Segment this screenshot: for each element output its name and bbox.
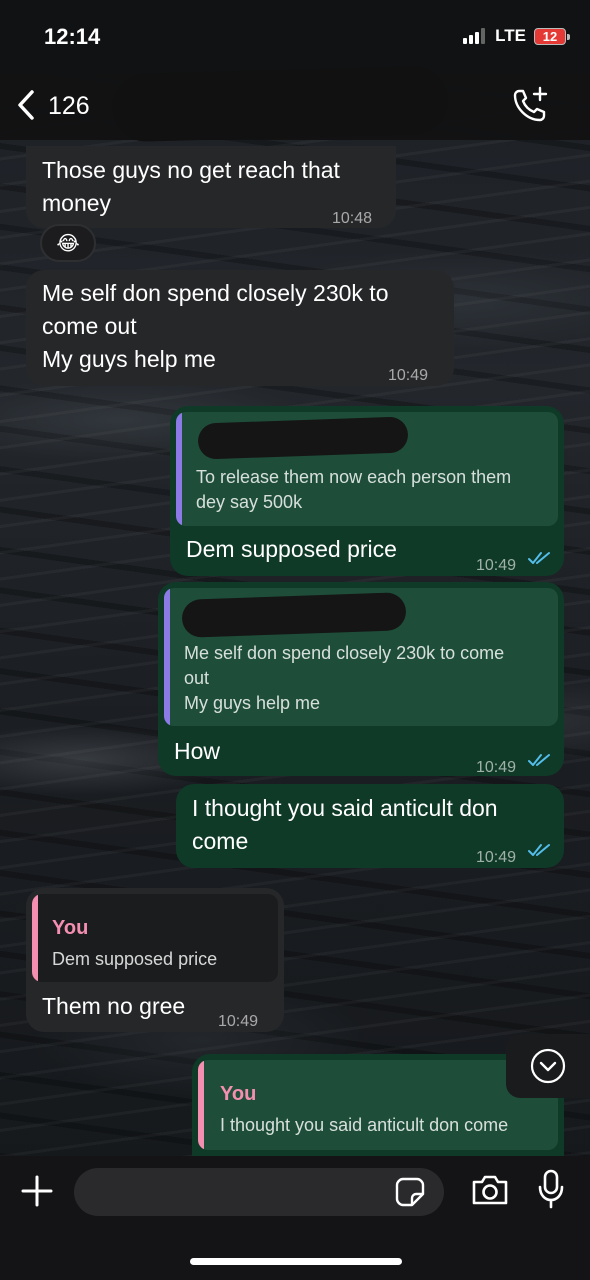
read-receipt-icon bbox=[528, 844, 550, 856]
signal-icon bbox=[463, 28, 486, 44]
quote-author: You bbox=[220, 1083, 257, 1105]
phone-plus-icon[interactable] bbox=[510, 84, 552, 126]
quote-bar bbox=[32, 894, 38, 982]
quoted-text: Dem supposed price bbox=[52, 949, 218, 969]
quoted-message[interactable]: You Dem supposed price bbox=[32, 894, 278, 982]
message-bubble[interactable]: To release them now each person them dey… bbox=[170, 406, 564, 576]
read-receipt-icon bbox=[528, 754, 550, 766]
unread-count[interactable]: 126 bbox=[48, 92, 90, 121]
message-time: 10:49 bbox=[476, 849, 517, 866]
quoted-text: Me self don spend closely 230k to come o… bbox=[184, 643, 505, 713]
quote-author-redaction bbox=[197, 416, 409, 460]
quote-bar bbox=[164, 588, 170, 726]
message-input-bar bbox=[0, 1156, 590, 1280]
quoted-message[interactable]: You I thought you said anticult don come bbox=[198, 1060, 558, 1150]
quoted-text: I thought you said anticult don come bbox=[220, 1115, 509, 1135]
message-text: I thought you said anticult don come bbox=[192, 795, 498, 854]
microphone-icon[interactable] bbox=[536, 1168, 566, 1210]
message-text: Me self don spend closely 230k to come o… bbox=[42, 280, 389, 372]
quoted-text: To release them now each person them dey… bbox=[196, 467, 512, 512]
plus-icon[interactable] bbox=[20, 1174, 54, 1208]
message-input[interactable] bbox=[74, 1168, 444, 1216]
quoted-message[interactable]: To release them now each person them dey… bbox=[176, 412, 558, 526]
battery-icon: 12 bbox=[534, 27, 570, 45]
message-bubble[interactable]: Those guys no get reach that money 10:48 bbox=[26, 146, 396, 228]
message-bubble[interactable]: You Dem supposed price Them no gree 10:4… bbox=[26, 888, 284, 1032]
status-indicators: LTE 12 bbox=[463, 26, 570, 46]
quote-bar bbox=[198, 1060, 204, 1150]
sticker-icon[interactable] bbox=[394, 1176, 426, 1208]
laughing-emoji-icon: 😂 bbox=[56, 232, 80, 255]
quote-author: You bbox=[52, 917, 89, 939]
message-time: 10:49 bbox=[388, 367, 429, 384]
message-bubble[interactable]: Me self don spend closely 230k to come o… bbox=[26, 270, 454, 386]
message-time: 10:48 bbox=[332, 210, 373, 227]
message-time: 10:49 bbox=[476, 759, 517, 776]
reaction-badge[interactable]: 😂 bbox=[40, 224, 96, 262]
message-text: Them no gree bbox=[42, 993, 186, 1019]
message-bubble[interactable]: Me self don spend closely 230k to come o… bbox=[158, 582, 564, 776]
quoted-message[interactable]: Me self don spend closely 230k to come o… bbox=[164, 588, 558, 726]
read-receipt-icon bbox=[528, 552, 550, 564]
status-time: 12:14 bbox=[44, 24, 101, 49]
message-text: Those guys no get reach that money bbox=[42, 157, 340, 216]
message-text: Dem supposed price bbox=[186, 536, 397, 562]
contact-name-redaction[interactable] bbox=[111, 65, 449, 143]
chevron-down-circle-icon bbox=[530, 1048, 566, 1084]
quote-bar bbox=[176, 412, 182, 526]
message-text: How bbox=[174, 738, 221, 764]
message-bubble[interactable]: I thought you said anticult don come 10:… bbox=[176, 784, 564, 868]
chat-header: 126 bbox=[0, 65, 590, 143]
scroll-to-bottom-button[interactable] bbox=[506, 1034, 590, 1098]
battery-level: 12 bbox=[542, 28, 558, 44]
camera-icon[interactable] bbox=[470, 1172, 510, 1208]
chevron-left-icon[interactable] bbox=[12, 88, 42, 122]
status-bar: 12:14 LTE 12 bbox=[0, 0, 590, 74]
message-time: 10:49 bbox=[476, 557, 517, 574]
message-time: 10:49 bbox=[218, 1013, 259, 1030]
network-label: LTE bbox=[495, 26, 526, 45]
quote-author-redaction bbox=[181, 592, 407, 638]
home-indicator bbox=[190, 1258, 402, 1265]
